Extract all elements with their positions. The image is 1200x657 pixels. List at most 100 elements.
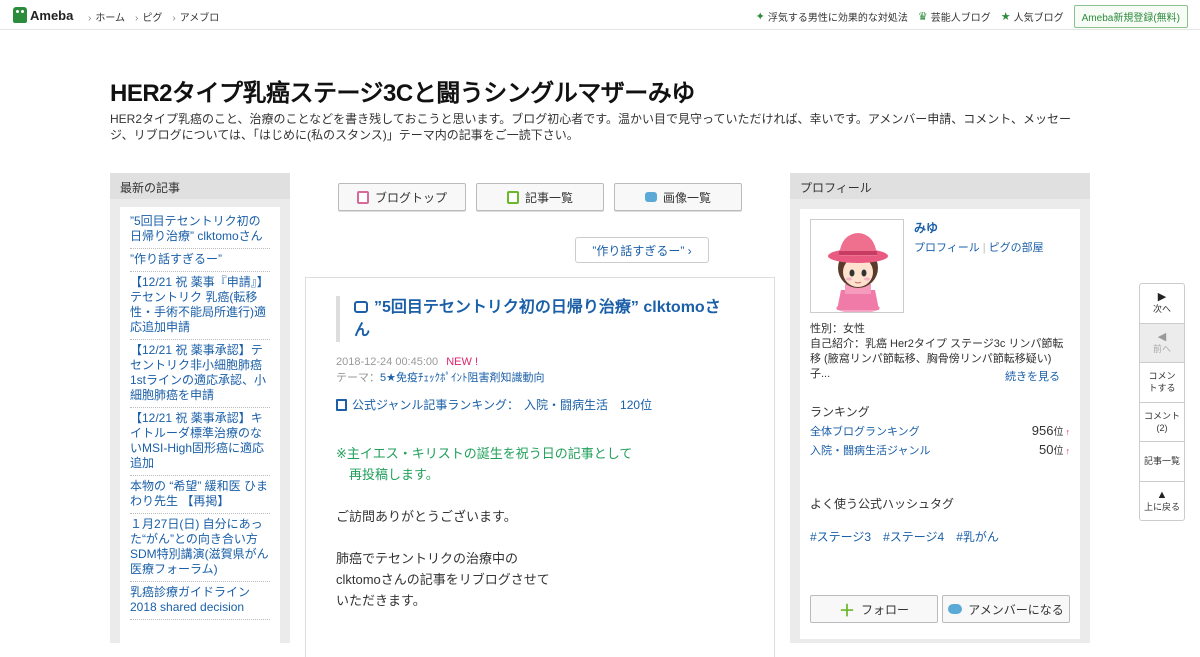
hashtag-list: #ステージ3 #ステージ4 #乳がん	[810, 528, 999, 545]
recent-articles-list: ”5回目テセントリク初の日帰り治療” clktomoさん ”作り話すぎるー” 【…	[120, 207, 280, 647]
hashtag-link[interactable]: #ステージ3	[810, 528, 871, 545]
recent-article-link[interactable]: 乳癌診療ガイドライン2018 shared decision	[130, 582, 270, 620]
body-notice-line: ※主イエス・キリストの誕生を祝う日の記事として	[336, 446, 633, 461]
play-right-icon: ▶	[1157, 291, 1167, 304]
profile-name[interactable]: みゆ	[914, 219, 938, 236]
overall-ranking-row[interactable]: 全体ブログランキング 956位 ↑	[810, 423, 1070, 439]
genre-ranking-link[interactable]: 公式ジャンル記事ランキング： 入院・闘病生活 120位	[336, 396, 652, 413]
recent-articles-heading: 最新の記事	[110, 173, 290, 199]
prev-label: 前へ	[1152, 343, 1171, 354]
back-to-top-button[interactable]: ▲ 上に戻る	[1140, 482, 1184, 522]
play-left-icon: ◀	[1157, 330, 1167, 343]
ranking-icon	[336, 398, 347, 411]
ranking-row-label: 入院・闘病生活ジャンル	[810, 445, 931, 457]
header-link-celebrity[interactable]: ♛ 芸能人ブログ	[918, 9, 991, 24]
recent-article-link[interactable]: 【12/21 祝 薬事『申請』】テセントリク 乳癌(転移性・手術不能局所進行)適…	[130, 272, 270, 340]
hashtag-link[interactable]: #乳がん	[956, 528, 999, 545]
blog-description: HER2タイプ乳癌のこと、治療のことなどを書き残しておこうと思います。ブログ初心…	[110, 112, 1072, 142]
register-button[interactable]: Ameba新規登録(無料)	[1073, 5, 1188, 28]
nav-ameblo[interactable]: アメブロ	[172, 9, 220, 24]
global-header: Ameba ホーム ピグ アメブロ ✦ 浮気する男性に効果的な対処法 ♛ 芸能人…	[0, 0, 1200, 30]
blog-title[interactable]: HER2タイプ乳癌ステージ3Cと闘うシングルマザーみゆ	[110, 73, 695, 108]
recent-article-link[interactable]: 【12/21 祝 薬事承認】テセントリク非小細胞肺癌1stラインの適応承認、小細…	[130, 340, 270, 408]
amember-label: アメンバーになる	[968, 602, 1064, 617]
ameba-logo-icon	[13, 7, 27, 23]
header-link-label: 浮気する男性に効果的な対処法	[767, 13, 908, 24]
prev-article-button[interactable]: ◀ 前へ	[1140, 323, 1184, 363]
avatar[interactable]	[810, 219, 904, 313]
ameba-logo[interactable]: Ameba	[13, 6, 73, 24]
body-line: clktomoさんの記事をリブログさせて	[336, 572, 550, 587]
comments-label: コメント	[1143, 410, 1180, 421]
next-label: 次へ	[1152, 304, 1171, 315]
profile-sidebar: プロフィール みゆ プロフィール | ピグの部屋 性別：女性 自己紹介：乳癌 H…	[790, 173, 1090, 643]
blog-top-label: ブログトップ	[374, 190, 447, 205]
comment-label: コメントする	[1148, 371, 1176, 394]
recent-article-link[interactable]: ”5回目テセントリク初の日帰り治療” clktomoさん	[130, 211, 270, 249]
article-body: ※主イエス・キリストの誕生を祝う日の記事として 再投稿します。 ご訪問ありがとう…	[336, 443, 746, 632]
ameba-logo-text: Ameba	[30, 7, 74, 23]
read-more-link[interactable]: 続きを見る	[1005, 368, 1060, 384]
profile-link[interactable]: プロフィール	[914, 242, 980, 254]
header-link-cheating[interactable]: ✦ 浮気する男性に効果的な対処法	[756, 9, 908, 24]
nav-home[interactable]: ホーム	[88, 9, 125, 24]
next-article-link[interactable]: ”作り話すぎるー” ›	[575, 237, 709, 263]
write-comment-button[interactable]: コメントする	[1140, 363, 1184, 403]
recent-article-link[interactable]: 本物の “希望” 緩和医 ひまわり先生 【再掲】	[130, 476, 270, 514]
body-paragraph: ご訪問ありがとうございます。	[336, 509, 517, 524]
follow-button[interactable]: ＋ フォロー	[810, 595, 938, 623]
article: ”5回目テセントリク初の日帰り治療” clktomoさん 2018-12-24 …	[305, 277, 775, 657]
follow-label: フォロー	[861, 602, 910, 617]
article-list-label: 記事一覧	[524, 190, 573, 205]
reblog-icon	[354, 301, 368, 313]
header-link-popular[interactable]: ★ 人気ブログ	[1001, 9, 1064, 24]
profile-links: プロフィール | ピグの部屋	[914, 242, 1044, 254]
body-notice-line: 再投稿します。	[336, 467, 439, 482]
article-title[interactable]: ”5回目テセントリク初の日帰り治療” clktomoさん	[336, 296, 736, 342]
hashtag-link[interactable]: #ステージ4	[883, 528, 944, 545]
crown-icon: ♛	[917, 11, 928, 23]
document-icon	[356, 190, 369, 204]
ranking-number: 50	[1039, 442, 1054, 457]
image-list-button[interactable]: 画像一覧	[614, 183, 742, 211]
next-article-button[interactable]: ▶ 次へ	[1140, 284, 1184, 324]
hashtag-title: よく使う公式ハッシュタグ	[810, 497, 955, 511]
recent-article-link[interactable]: 【12/21 祝 薬事承認】キイトルーダ標準治療のないMSI-High固形癌に適…	[130, 408, 270, 476]
ranking-label: 公式ジャンル記事ランキング：	[352, 398, 520, 412]
recent-article-link[interactable]: １月27日(日) 自分にあった“がん”との向き合い方 SDM特別講演(滋賀県がん…	[130, 514, 270, 582]
ranking-title: ランキング	[810, 405, 870, 419]
blog-top-button[interactable]: ブログトップ	[338, 183, 466, 211]
sparkle-icon: ✦	[755, 11, 765, 23]
camera-icon	[644, 192, 657, 202]
chat-bubble-icon	[948, 604, 963, 614]
profile-gender: 性別：女性	[810, 323, 865, 335]
profile-box: みゆ プロフィール | ピグの部屋 性別：女性 自己紹介：乳癌 Her2タイプ ステ…	[800, 209, 1080, 639]
ranking-value: 入院・闘病生活 120位	[524, 398, 653, 412]
article-datetime: 2018-12-24 00:45:00	[336, 356, 439, 368]
avatar-image	[811, 220, 903, 312]
ranking-unit: 位	[1053, 446, 1064, 457]
recent-article-link[interactable]: ”作り話すぎるー”	[130, 249, 270, 272]
ranking-row-value: 50位 ↑	[1039, 442, 1070, 458]
trend-up-icon: ↑	[1065, 446, 1071, 456]
pigg-room-link[interactable]: ピグの部屋	[989, 242, 1044, 254]
comments-button[interactable]: コメント (2)	[1140, 403, 1184, 442]
amember-button[interactable]: アメンバーになる	[942, 595, 1070, 623]
comments-count: (2)	[1156, 422, 1168, 433]
ranking-number: 956	[1031, 423, 1054, 438]
article-list-button[interactable]: 記事一覧	[476, 183, 604, 211]
article-list-side-button[interactable]: 記事一覧	[1140, 442, 1184, 482]
header-links: ✦ 浮気する男性に効果的な対処法 ♛ 芸能人ブログ ★ 人気ブログ Ameba新…	[756, 5, 1188, 28]
new-badge: NEW !	[446, 356, 478, 368]
nav-pigg[interactable]: ピグ	[135, 9, 162, 24]
article-theme-link[interactable]: 5★免疫ﾁｪｯｸﾎﾟｲﾝﾄ阻害剤知識動向	[380, 372, 544, 384]
star-icon: ★	[1000, 11, 1011, 23]
recent-articles-sidebar: 最新の記事 ”5回目テセントリク初の日帰り治療” clktomoさん ”作り話す…	[110, 173, 290, 647]
ranking-row-value: 956位 ↑	[1032, 423, 1070, 439]
image-list-label: 画像一覧	[662, 190, 711, 205]
genre-ranking-row[interactable]: 入院・闘病生活ジャンル 50位 ↑	[810, 442, 1070, 458]
back-to-top-label: 上に戻る	[1143, 502, 1180, 513]
article-meta: 2018-12-24 00:45:00 NEW ! テーマ：5★免疫ﾁｪｯｸﾎﾟ…	[336, 354, 544, 386]
global-nav: ホーム ピグ アメブロ	[88, 9, 219, 24]
header-link-label: 芸能人ブログ	[930, 13, 991, 24]
